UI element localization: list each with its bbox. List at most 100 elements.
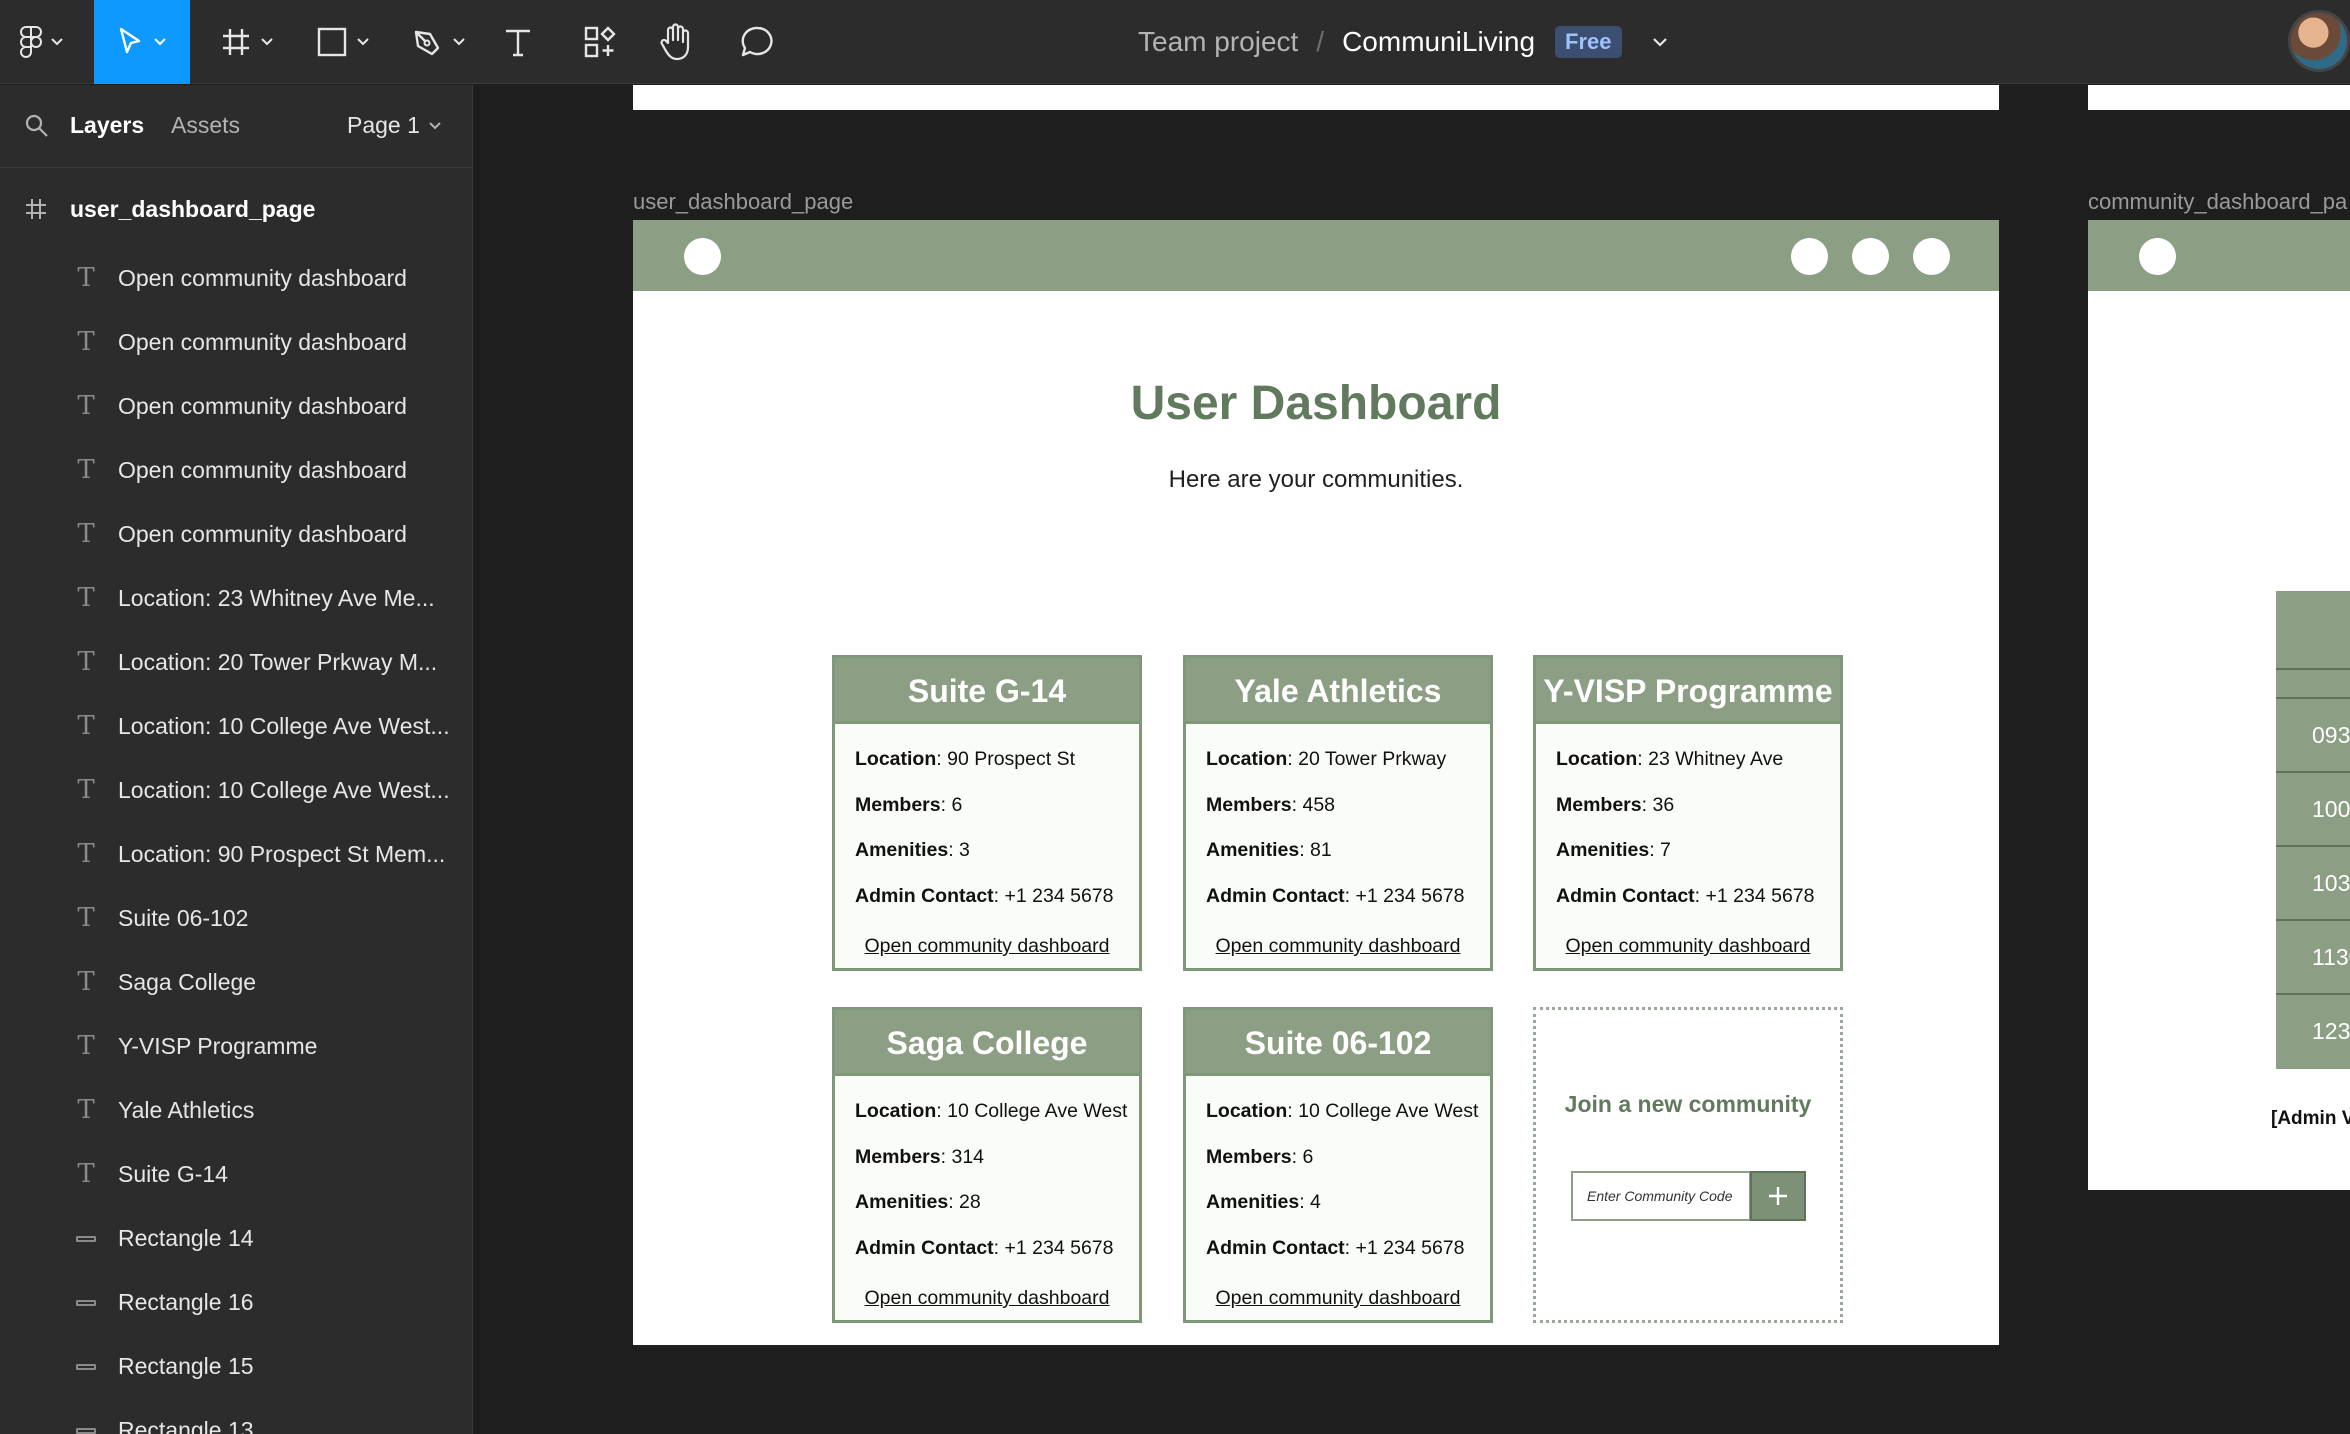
layer-label: Saga College [118, 968, 257, 995]
card-field-value: 3 [959, 839, 970, 861]
page-selector[interactable]: Page 1 [347, 112, 442, 139]
layer-label: Open community dashboard [118, 456, 407, 483]
community-card-body: Location: 90 Prospect St Members: 6 Amenit… [835, 724, 1139, 930]
layer-item[interactable]: T Open community dashboard [0, 438, 473, 502]
layer-item[interactable]: T Open community dashboard [0, 310, 473, 374]
layer-item[interactable]: T Location: 10 College Ave West... [0, 694, 473, 758]
card-field-value: 81 [1310, 839, 1332, 861]
layer-item[interactable]: T Suite 06-102 [0, 886, 473, 950]
frame-label-user-dashboard[interactable]: user_dashboard_page [633, 189, 853, 215]
comment-tool-button[interactable] [736, 0, 780, 84]
table-cell: 093 [2276, 697, 2350, 771]
card-field-admin-contact: Admin Contact: +1 234 5678 [855, 885, 1139, 931]
layer-item[interactable]: T Location: 23 Whitney Ave Me... [0, 566, 473, 630]
hand-tool-button[interactable] [654, 0, 698, 84]
community-dashboard-frame[interactable]: 0931000103011301230 [Admin V [2088, 220, 2350, 1190]
card-field-label: Admin Contact [855, 884, 994, 907]
layer-label: Open community dashboard [118, 392, 407, 419]
canvas[interactable]: user_dashboard_page community_dashboard_… [474, 85, 2350, 1434]
top-toolbar: Team project / CommuniLiving Free [0, 0, 2350, 84]
cursor-icon [119, 27, 141, 54]
open-community-dashboard-link[interactable]: Open community dashboard [835, 935, 1139, 958]
layer-item[interactable]: Rectangle 14 [0, 1206, 473, 1270]
frame-above-right[interactable] [2088, 85, 2350, 110]
card-field-value: 314 [951, 1145, 985, 1168]
layer-label: Rectangle 16 [118, 1288, 254, 1315]
card-field-label: Members [1206, 793, 1292, 816]
layer-item[interactable]: Rectangle 15 [0, 1334, 473, 1398]
card-field-amenities: Amenities: 28 [855, 1191, 1139, 1237]
frame-above[interactable] [633, 85, 1999, 110]
community-code-input[interactable]: Enter Community Code [1571, 1171, 1751, 1221]
file-name[interactable]: CommuniLiving [1342, 26, 1535, 58]
card-field-colon: : [1344, 884, 1356, 907]
layer-item[interactable]: T Y-VISP Programme [0, 1014, 473, 1078]
rectangle-icon [317, 27, 347, 57]
layer-label: Location: 90 Prospect St Mem... [118, 840, 446, 867]
shape-tool-button[interactable] [308, 0, 378, 84]
page-selector-label: Page 1 [347, 112, 420, 138]
layer-label: Suite 06-102 [118, 904, 249, 931]
card-field-colon: : [1637, 748, 1649, 770]
chevron-down-icon [429, 121, 441, 129]
layer-item[interactable]: T Open community dashboard [0, 374, 473, 438]
join-add-button[interactable] [1750, 1171, 1806, 1221]
layer-item[interactable]: T Suite G-14 [0, 1142, 473, 1206]
card-field-admin-contact: Admin Contact: +1 234 5678 [1556, 885, 1840, 931]
user-dashboard-frame[interactable]: User Dashboard Here are your communities… [633, 220, 1999, 1345]
layer-item[interactable]: T Saga College [0, 950, 473, 1014]
search-icon[interactable] [24, 113, 50, 139]
frame-label-community-dashboard[interactable]: community_dashboard_pa [2088, 189, 2347, 215]
card-field-value: 23 Whitney Ave [1648, 748, 1784, 770]
open-community-dashboard-link[interactable]: Open community dashboard [1186, 1287, 1490, 1310]
project-name[interactable]: Team project [1138, 26, 1298, 58]
move-tool-button[interactable] [94, 0, 190, 84]
card-field-members: Members: 6 [855, 794, 1139, 840]
layer-item[interactable]: T Open community dashboard [0, 502, 473, 566]
community-card: Saga College Location: 10 College Ave Wes… [832, 1007, 1142, 1323]
avatar[interactable] [2288, 10, 2350, 72]
layer-item[interactable]: T Location: 90 Prospect St Mem... [0, 822, 473, 886]
card-field-location: Location: 20 Tower Prkway [1206, 748, 1490, 794]
layer-label: Location: 23 Whitney Ave Me... [118, 584, 435, 611]
layer-label: Location: 10 College Ave West... [118, 776, 450, 803]
chevron-down-icon [51, 38, 63, 46]
layer-frame-user-dashboard[interactable]: user_dashboard_page [0, 187, 473, 231]
card-field-members: Members: 6 [1206, 1146, 1490, 1192]
community-card-title: Suite G-14 [835, 658, 1139, 724]
pen-tool-button[interactable] [404, 0, 474, 84]
chevron-down-icon[interactable] [1652, 36, 1668, 48]
open-community-dashboard-link[interactable]: Open community dashboard [1186, 935, 1490, 958]
resources-tool-button[interactable] [578, 0, 622, 84]
card-field-value: +1 234 5678 [1004, 884, 1114, 907]
text-tool-button[interactable] [496, 0, 540, 84]
layer-item[interactable]: Rectangle 13 [0, 1398, 473, 1434]
layer-item[interactable]: T Location: 10 College Ave West... [0, 758, 473, 822]
table-cell: 1030 [2276, 845, 2350, 919]
frame-tool-button[interactable] [212, 0, 282, 84]
tab-layers[interactable]: Layers [70, 112, 144, 139]
card-field-location: Location: 90 Prospect St [855, 748, 1139, 794]
card-field-value: +1 234 5678 [1004, 1236, 1114, 1259]
community-card-body: Location: 10 College Ave West Members: 31… [835, 1076, 1139, 1282]
layer-item[interactable]: T Location: 20 Tower Prkway M... [0, 630, 473, 694]
layer-item[interactable]: T Yale Athletics [0, 1078, 473, 1142]
card-field-label: Amenities [1556, 839, 1650, 861]
open-community-dashboard-link[interactable]: Open community dashboard [1536, 935, 1840, 958]
table-cell: 1000 [2276, 771, 2350, 845]
card-field-label: Admin Contact [1556, 884, 1695, 907]
card-field-colon: : [1344, 1236, 1356, 1259]
tab-assets[interactable]: Assets [171, 112, 240, 139]
community-card-title: Yale Athletics [1186, 658, 1490, 724]
card-field-colon: : [940, 1145, 952, 1168]
layer-label: Open community dashboard [118, 520, 407, 547]
main-menu-button[interactable] [12, 0, 72, 84]
rectangle-layer-icon [76, 1236, 96, 1242]
nav-dot [1791, 238, 1828, 275]
open-community-dashboard-link[interactable]: Open community dashboard [835, 1287, 1139, 1310]
card-field-admin-contact: Admin Contact: +1 234 5678 [1206, 885, 1490, 931]
layer-item[interactable]: Rectangle 16 [0, 1270, 473, 1334]
card-field-label: Members [855, 1145, 941, 1168]
layer-item[interactable]: T Open community dashboard [0, 246, 473, 310]
card-field-colon: : [993, 1236, 1005, 1259]
